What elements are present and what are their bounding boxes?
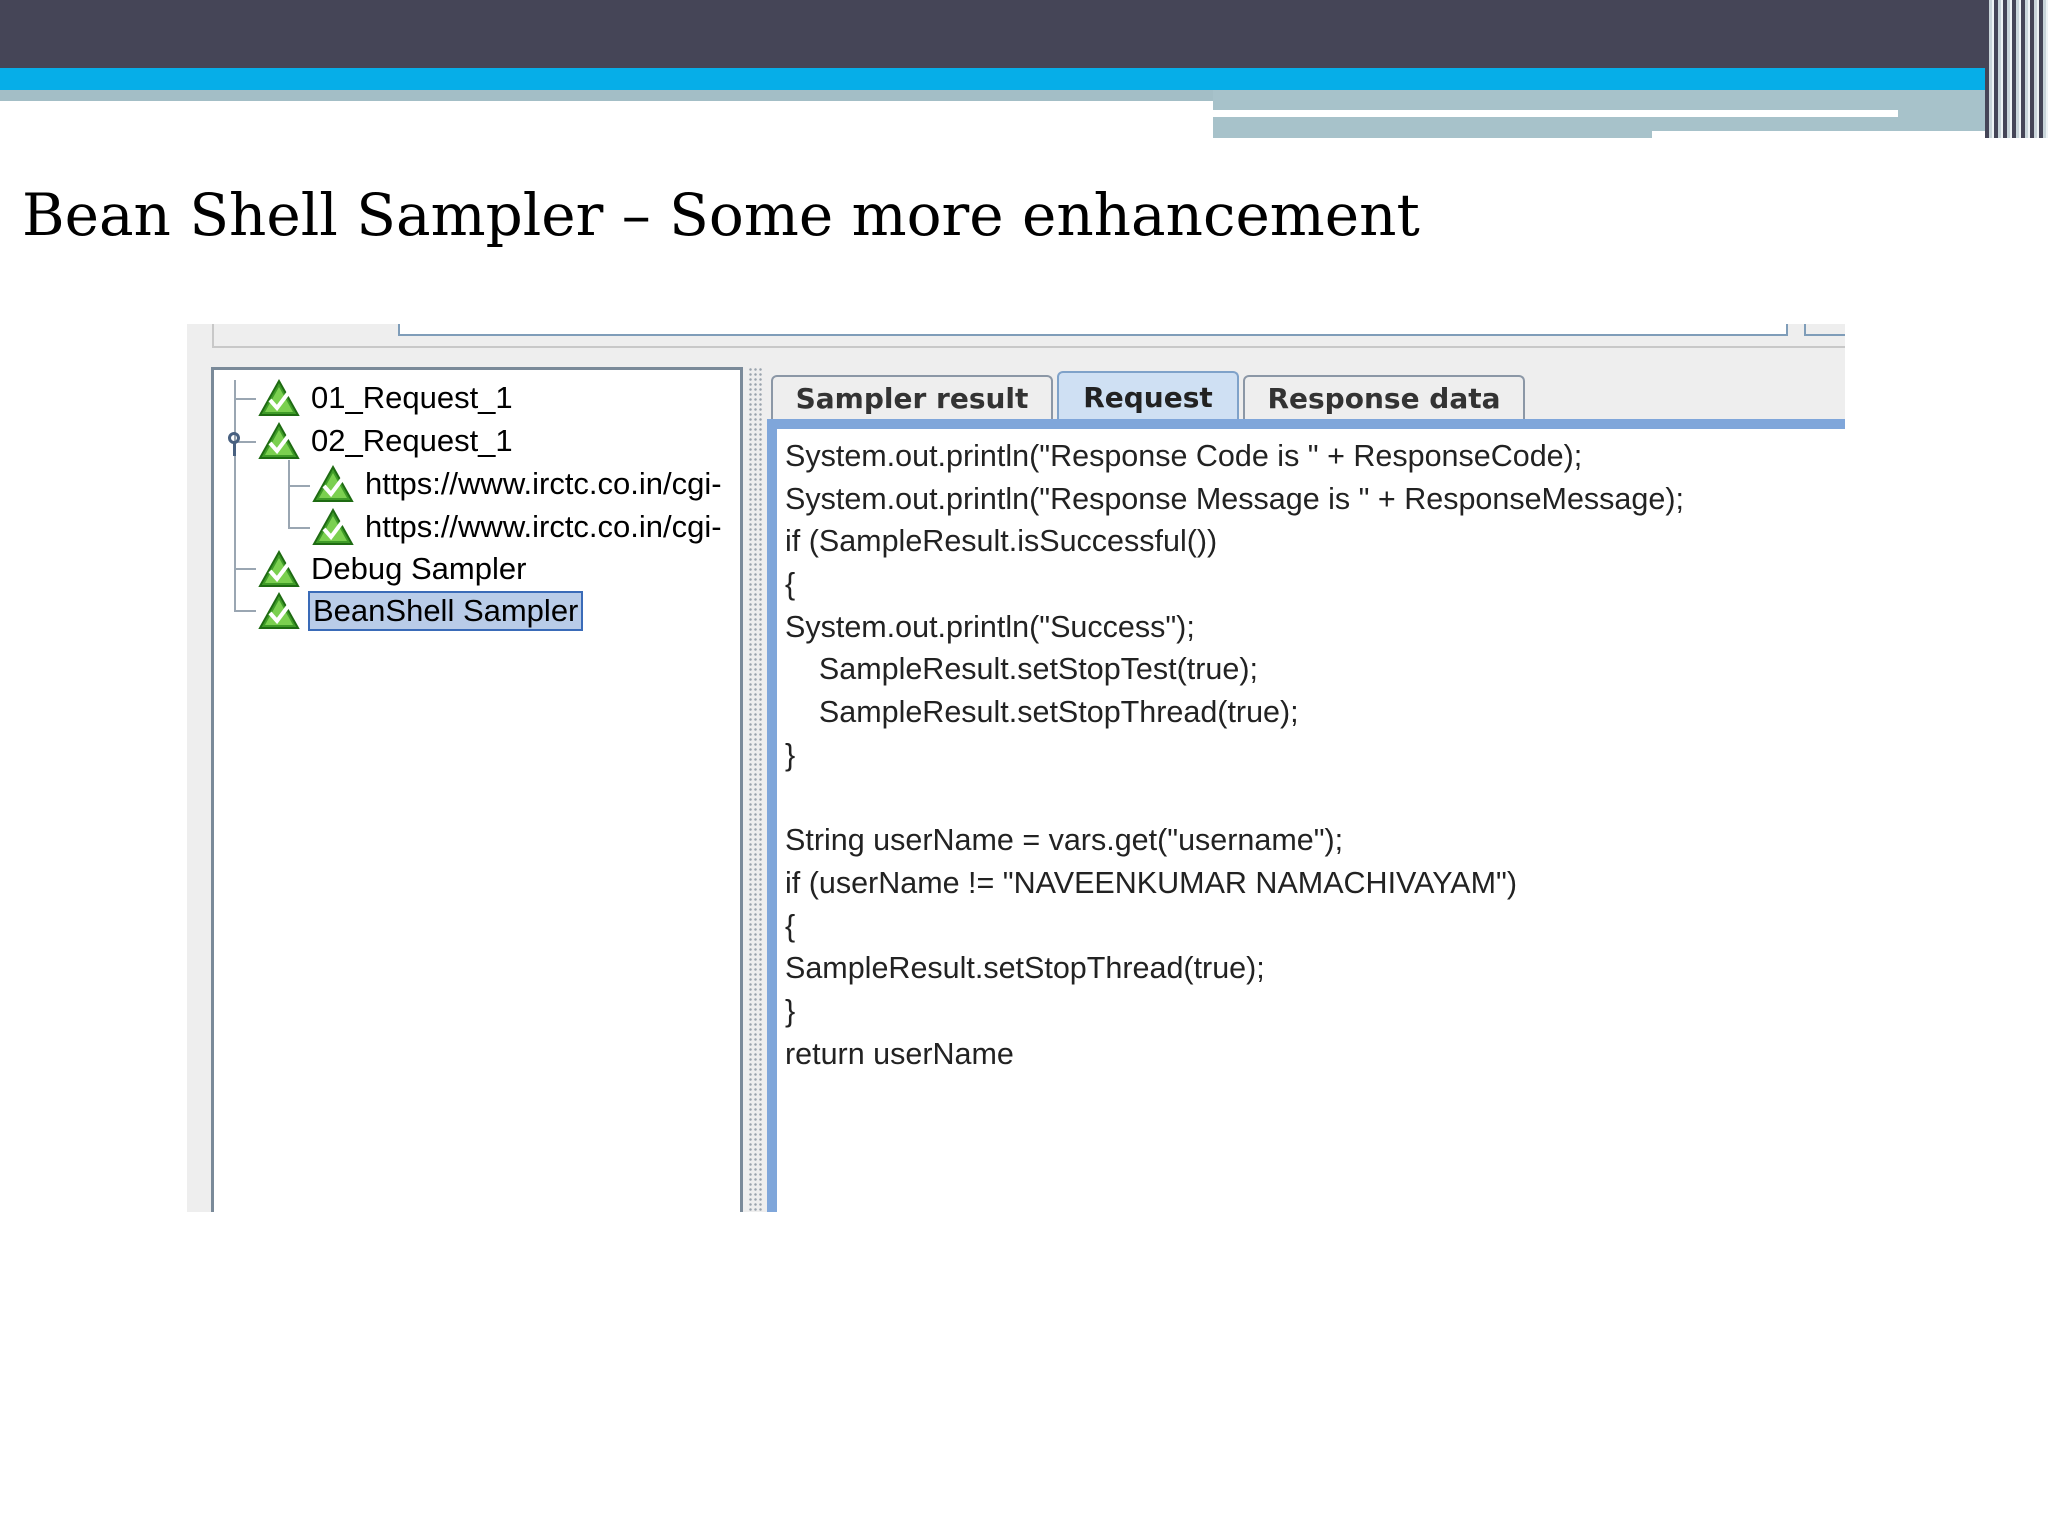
success-check-triangle-icon: [258, 421, 300, 461]
tree-item[interactable]: https://www.irctc.co.in/cgi-: [312, 507, 725, 547]
header-bar-dark: [0, 0, 2048, 68]
pane-splitter[interactable]: [748, 367, 762, 1212]
success-check-triangle-icon: [258, 378, 300, 418]
code-line: SampleResult.setStopTest(true);: [785, 652, 1258, 687]
tree-item[interactable]: Debug Sampler: [258, 549, 529, 589]
code-line: {: [785, 567, 796, 602]
code-line: }: [785, 993, 796, 1028]
header-accent-line: [1213, 110, 1898, 117]
tree-connector: [234, 568, 256, 570]
code-line: return userName: [785, 1036, 1014, 1071]
top-text-field[interactable]: [398, 324, 1788, 336]
tree-item[interactable]: 01_Request_1: [258, 378, 516, 418]
header-stripes: [1985, 0, 2048, 138]
tab-bar: Sampler result Request Response data: [767, 367, 1845, 421]
expand-toggle-stem: [233, 442, 236, 456]
tree-connector: [234, 398, 256, 400]
tree-item[interactable]: 02_Request_1: [258, 421, 516, 461]
tree-connector: [288, 460, 290, 528]
tab-sampler-result[interactable]: Sampler result: [771, 375, 1053, 419]
tree-item-selected[interactable]: BeanShell Sampler: [258, 591, 584, 631]
request-code: System.out.println("Response Code is " +…: [785, 435, 1835, 1075]
tree-item-label: BeanShell Sampler: [308, 591, 584, 631]
result-detail-pane: Sampler result Request Response data Sys…: [767, 367, 1845, 1212]
header-bar-blue: [0, 68, 2048, 90]
top-button[interactable]: [1804, 324, 1845, 336]
tree-connector: [288, 527, 310, 529]
tree-item-label: https://www.irctc.co.in/cgi-: [365, 509, 722, 544]
code-line: System.out.println("Response Code is " +…: [785, 439, 1583, 473]
code-line: }: [785, 737, 796, 772]
code-line: {: [785, 908, 796, 943]
header-accent-line: [1652, 131, 2003, 138]
jmeter-screenshot: 01_Request_1 02_Request_1 https://www.ir…: [187, 324, 1845, 1212]
code-line: SampleResult.setStopThread(true);: [785, 951, 1265, 986]
code-line: String userName = vars.get("username");: [785, 823, 1344, 858]
tree-connector: [288, 485, 310, 487]
code-line: if (userName != "NAVEENKUMAR NAMACHIVAYA…: [785, 865, 1518, 900]
code-line: System.out.println("Response Message is …: [785, 481, 1684, 516]
code-line: if (SampleResult.isSuccessful()): [785, 524, 1218, 559]
top-toolbar-strip: [212, 324, 1845, 348]
request-content-area[interactable]: System.out.println("Response Code is " +…: [767, 419, 1845, 1212]
results-tree: 01_Request_1 02_Request_1 https://www.ir…: [211, 367, 743, 1212]
success-check-triangle-icon: [258, 549, 300, 589]
success-check-triangle-icon: [312, 464, 354, 504]
tree-connector: [234, 380, 236, 610]
tree-connector: [234, 610, 256, 612]
slide-title: Bean Shell Sampler – Some more enhanceme…: [22, 181, 1420, 249]
success-check-triangle-icon: [312, 507, 354, 547]
success-check-triangle-icon: [258, 591, 300, 631]
tree-item-label: 02_Request_1: [311, 423, 513, 458]
tree-item-label: 01_Request_1: [311, 380, 513, 415]
tree-item-label: https://www.irctc.co.in/cgi-: [365, 466, 722, 501]
code-line: System.out.println("Success");: [785, 609, 1195, 644]
code-line: SampleResult.setStopThread(true);: [785, 695, 1299, 730]
tree-item[interactable]: https://www.irctc.co.in/cgi-: [312, 464, 725, 504]
tree-item-label: Debug Sampler: [311, 551, 527, 586]
tab-request[interactable]: Request: [1057, 371, 1239, 421]
header-bar-gray: [0, 90, 1213, 101]
tab-response-data[interactable]: Response data: [1243, 375, 1525, 419]
